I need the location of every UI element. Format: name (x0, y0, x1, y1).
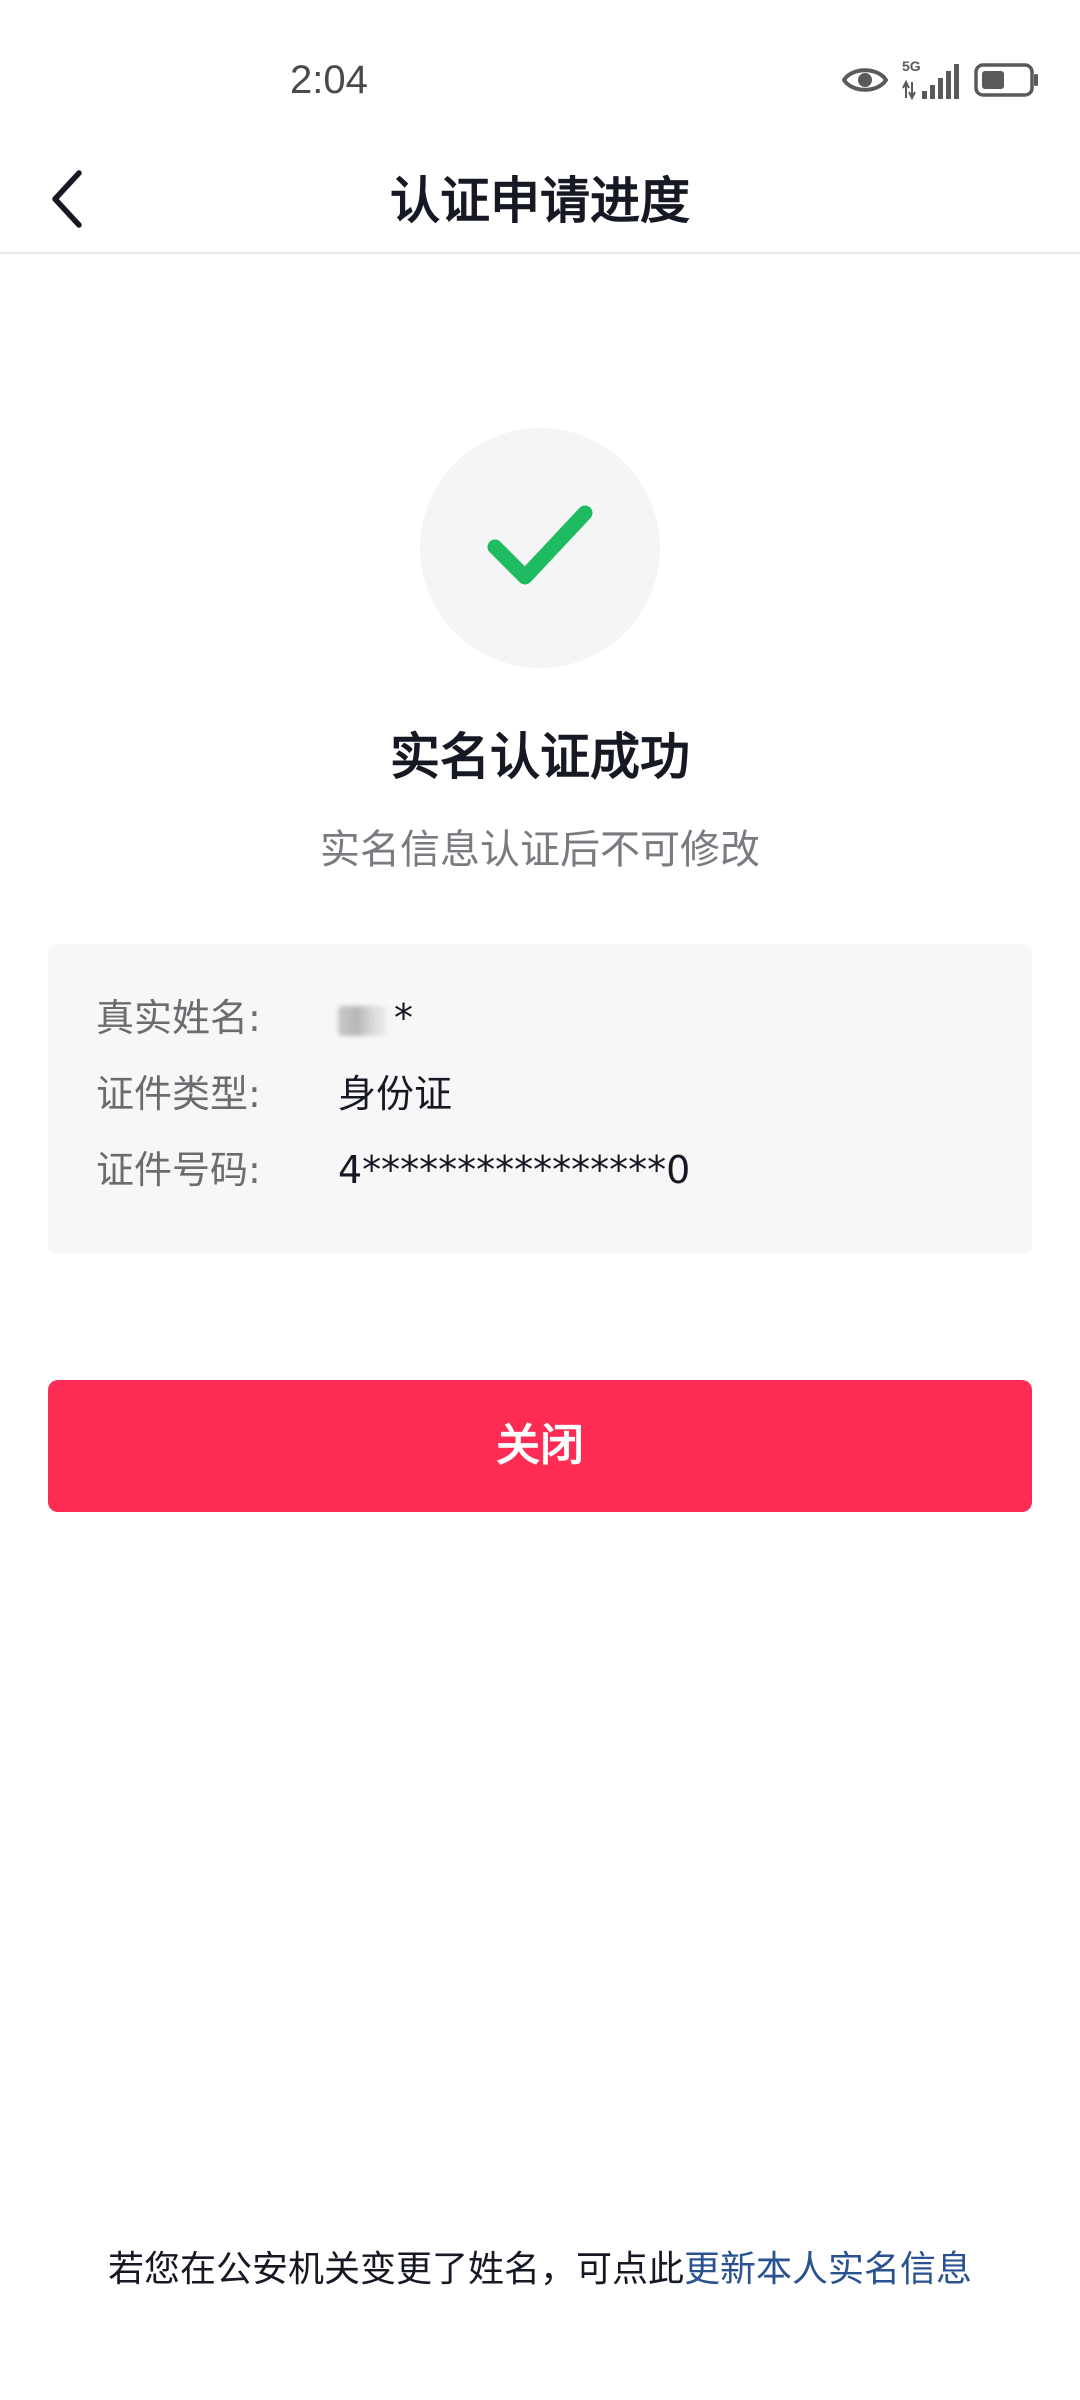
status-bar: 2:04 5G (0, 0, 1080, 150)
info-label: 证件号码: (96, 1148, 261, 1192)
footer-note: 若您在公安机关变更了姓名，可点此更新本人实名信息 (0, 2240, 1080, 2300)
info-value: 身份证 (338, 1072, 453, 1116)
info-row-name: 真实姓名: * (48, 988, 1032, 1048)
verification-info-card: 真实姓名: * 证件类型: 身份证 证件号码: 4***************… (48, 944, 1032, 1254)
close-button[interactable]: 关闭 (48, 1380, 1032, 1512)
eye-icon (842, 64, 888, 96)
footer-note-text: 若您在公安机关变更了姓名，可点此 (107, 2249, 684, 2290)
info-label: 证件类型: (96, 1072, 261, 1116)
info-value: 4****************0 (338, 1148, 691, 1192)
nav-bar: 认证申请进度 (0, 150, 1080, 254)
signal-icon: 5G (902, 58, 960, 102)
info-row-id-type: 证件类型: 身份证 (48, 1064, 1032, 1124)
back-button[interactable] (22, 150, 112, 252)
page-title: 认证申请进度 (390, 172, 690, 230)
update-realname-link[interactable]: 更新本人实名信息 (684, 2249, 972, 2290)
result-subtitle: 实名信息认证后不可修改 (320, 827, 760, 873)
redacted-name-mask (338, 1005, 386, 1036)
info-label: 真实姓名: (96, 996, 261, 1040)
battery-icon (974, 63, 1040, 97)
info-row-id-number: 证件号码: 4****************0 (48, 1140, 1032, 1200)
success-icon-badge (420, 428, 660, 668)
result-title: 实名认证成功 (390, 728, 690, 786)
chevron-left-icon (47, 169, 87, 233)
info-value: * (394, 996, 413, 1040)
status-time: 2:04 (290, 58, 368, 102)
info-value-name: * (338, 988, 413, 1048)
status-icons: 5G (842, 58, 1040, 102)
check-icon (485, 501, 595, 595)
